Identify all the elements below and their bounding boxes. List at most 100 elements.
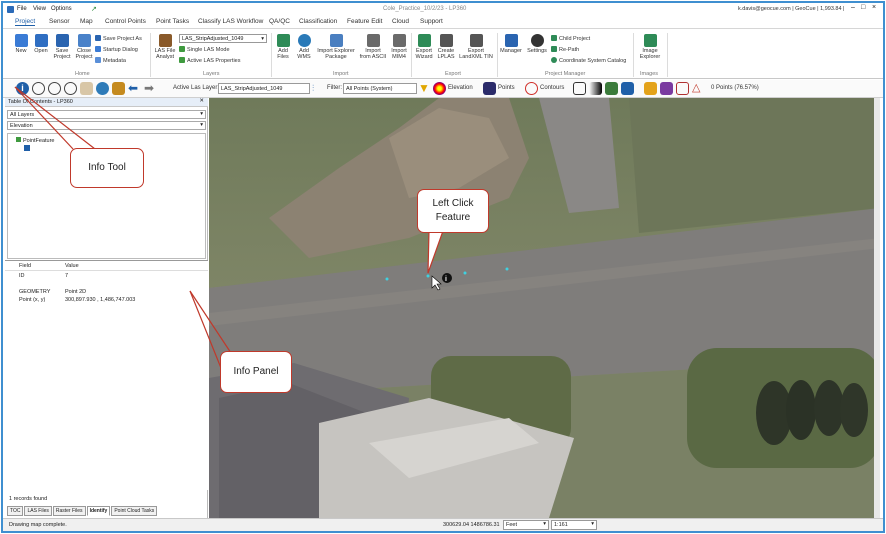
- tab-feature-edit[interactable]: Feature Edit: [347, 18, 382, 25]
- units-select[interactable]: Feet ▾: [503, 520, 549, 530]
- import-from-ascii-button[interactable]: Import from ASCII: [359, 34, 387, 60]
- new-button[interactable]: New: [13, 34, 29, 54]
- startup-dialog-button[interactable]: Startup Dialog: [95, 46, 138, 53]
- view-icon[interactable]: [573, 82, 586, 95]
- tab-las-files[interactable]: LAS Files: [24, 506, 52, 516]
- globe-icon[interactable]: [96, 82, 109, 95]
- image-explorer-button[interactable]: Image Explorer: [637, 34, 663, 60]
- zoom-in-icon[interactable]: [32, 82, 45, 95]
- info-tool-icon[interactable]: i: [16, 82, 29, 95]
- tab-point-cloud-tasks[interactable]: Point Cloud Tasks: [111, 506, 158, 516]
- feature-point[interactable]: [505, 267, 509, 271]
- export-landxml-tin-button[interactable]: Export LandXML TIN: [458, 34, 494, 60]
- frame-icon[interactable]: [676, 82, 689, 95]
- tab-classify-las-workflow[interactable]: Classify LAS Workflow: [198, 18, 263, 25]
- left-click-callout-text: Left Click Feature: [432, 198, 474, 223]
- tab-raster-files[interactable]: Raster Files: [52, 506, 86, 516]
- elevation-dropdown[interactable]: Elevation: [448, 85, 473, 91]
- re-path-button[interactable]: Re-Path: [551, 46, 579, 53]
- intensity-icon[interactable]: [589, 82, 602, 95]
- toc-title: Table Of Contents - LP360: [8, 99, 73, 105]
- tab-map[interactable]: Map: [80, 18, 93, 25]
- layers-select-value: All Layers: [10, 112, 35, 118]
- startup-dialog-label: Startup Dialog: [103, 47, 138, 53]
- import-mim4-button[interactable]: Import MIM4: [389, 34, 409, 60]
- add-files-button[interactable]: Add Files: [273, 34, 293, 60]
- points-icon[interactable]: [483, 82, 496, 95]
- create-lplas-button[interactable]: Create LPLAS: [435, 34, 457, 60]
- feature-point[interactable]: [463, 271, 467, 275]
- las-file-analyst-button[interactable]: LAS File Analyst: [154, 34, 176, 60]
- back-arrow-icon[interactable]: ⬅: [128, 82, 141, 95]
- triangle-icon[interactable]: △: [692, 82, 705, 95]
- filter-label: Filter:: [327, 85, 342, 91]
- open-button[interactable]: Open: [33, 34, 49, 54]
- contours-dropdown[interactable]: Contours: [540, 85, 564, 91]
- full-extent-icon[interactable]: [112, 82, 125, 95]
- filter-select[interactable]: All Points (System): [343, 83, 417, 94]
- menu-view[interactable]: View: [33, 6, 46, 12]
- scale-select[interactable]: 1:161 ▾: [551, 520, 597, 530]
- tab-classification[interactable]: Classification: [299, 18, 337, 25]
- settings-button[interactable]: Settings: [525, 34, 549, 54]
- map-scrollbar[interactable]: [874, 98, 880, 518]
- menu-file[interactable]: File: [17, 6, 27, 12]
- funnel-icon[interactable]: ▼: [418, 82, 431, 95]
- maximize-button[interactable]: □: [861, 4, 865, 11]
- add-wms-button[interactable]: Add WMS: [294, 34, 314, 60]
- tab-qa-qc[interactable]: QA/QC: [269, 18, 290, 25]
- edit-icon[interactable]: [644, 82, 657, 95]
- export-wizard-button[interactable]: Export Wizard: [413, 34, 435, 60]
- child-project-button[interactable]: Child Project: [551, 35, 590, 42]
- import-mim4-label: Import MIM4: [391, 48, 407, 60]
- tab-identify[interactable]: Identify: [86, 506, 111, 516]
- layer-select[interactable]: LAS_StripAdjusted_1049 ▾: [179, 34, 267, 43]
- heart-icon[interactable]: [660, 82, 673, 95]
- tab-control-points[interactable]: Control Points: [105, 18, 146, 25]
- tab-point-tasks[interactable]: Point Tasks: [156, 18, 189, 25]
- re-path-label: Re-Path: [559, 47, 580, 53]
- zoom-extent-icon[interactable]: [64, 82, 77, 95]
- render-select[interactable]: Elevation ▾: [7, 121, 206, 130]
- feature-point[interactable]: [426, 274, 430, 278]
- tools-icon: [158, 34, 172, 47]
- zoom-out-icon[interactable]: [48, 82, 61, 95]
- save-project-as-button[interactable]: Save Project As: [95, 35, 142, 42]
- active-las-select[interactable]: LAS_StripAdjusted_1049: [218, 83, 310, 94]
- close-button[interactable]: ×: [872, 4, 876, 11]
- units-value: Feet: [506, 522, 518, 528]
- quick-access-icon[interactable]: ↗: [91, 5, 97, 13]
- elevation-icon[interactable]: [433, 82, 446, 95]
- profile-icon[interactable]: [621, 82, 634, 95]
- metadata-button[interactable]: Metadata: [95, 57, 126, 64]
- filter-icon[interactable]: ⫶: [312, 82, 325, 95]
- contours-icon[interactable]: [525, 82, 538, 95]
- tab-cloud[interactable]: Cloud: [392, 18, 409, 25]
- pin-icon[interactable]: ✕: [199, 98, 204, 104]
- classification-icon[interactable]: [605, 82, 618, 95]
- coordinate-system-catalog-button[interactable]: Coordinate System Catalog: [551, 57, 626, 64]
- close-project-button[interactable]: Close Project: [75, 34, 93, 60]
- open-folder-icon: [34, 34, 48, 47]
- user-account[interactable]: k.davis@geocue.com | GeoCue | 1,993.84 |: [738, 6, 845, 12]
- save-project-button[interactable]: Save Project: [53, 34, 71, 60]
- feature-point[interactable]: [385, 277, 389, 281]
- manager-button[interactable]: Manager: [499, 34, 523, 54]
- re-path-icon: [551, 46, 557, 52]
- menu-options[interactable]: Options: [51, 6, 72, 12]
- tree-item-pointfeature[interactable]: PointFeature: [16, 137, 55, 144]
- image-explorer-label: Image Explorer: [639, 48, 661, 60]
- tab-project[interactable]: Project: [15, 18, 36, 26]
- minimize-button[interactable]: –: [851, 4, 855, 11]
- tab-sensor[interactable]: Sensor: [49, 18, 70, 25]
- map-view[interactable]: i: [209, 98, 880, 518]
- forward-arrow-icon[interactable]: ➡: [144, 82, 157, 95]
- tab-toc[interactable]: TOC: [7, 506, 24, 516]
- points-dropdown[interactable]: Points: [498, 85, 515, 91]
- layers-select[interactable]: All Layers ▾: [7, 110, 206, 119]
- import-explorer-package-button[interactable]: Import Explorer Package: [315, 34, 357, 60]
- pan-hand-icon[interactable]: [80, 82, 93, 95]
- active-las-properties-button[interactable]: Active LAS Properties: [179, 57, 241, 64]
- single-las-mode-button[interactable]: Single LAS Mode: [179, 46, 230, 53]
- tab-support[interactable]: Support: [420, 18, 443, 25]
